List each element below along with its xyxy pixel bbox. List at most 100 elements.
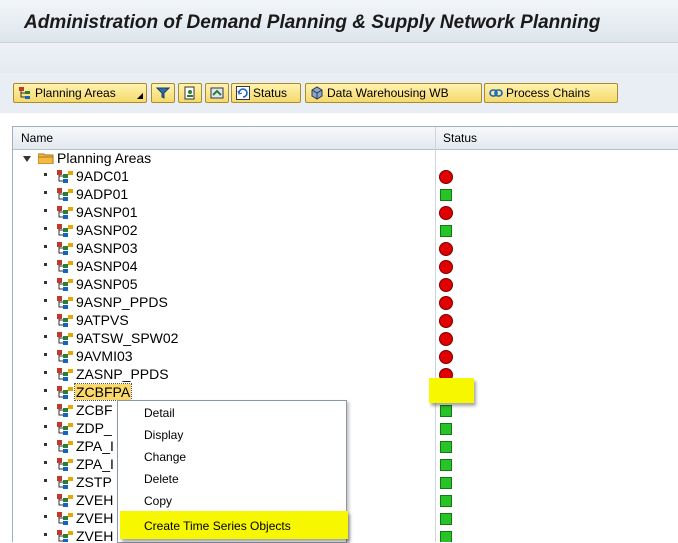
tree-item-label: 9AVMI03: [76, 348, 133, 364]
menu-item-delete[interactable]: Delete: [144, 472, 179, 486]
planning-area-icon: [57, 332, 73, 345]
bullet-icon: [44, 227, 47, 230]
tree-row[interactable]: 9ASNP04: [13, 258, 678, 276]
planning-area-icon: [57, 206, 73, 219]
planning-area-icon: [57, 404, 73, 417]
bullet-icon: [44, 191, 47, 194]
bullet-icon: [44, 317, 47, 320]
planning-area-icon: [57, 512, 73, 525]
menu-item-display[interactable]: Display: [144, 428, 183, 442]
tree-row[interactable]: 9ASNP_PPDS: [13, 294, 678, 312]
tree-item-label: 9ADP01: [76, 186, 129, 202]
expand-arrow-icon[interactable]: [23, 156, 31, 162]
menu-item-change[interactable]: Change: [144, 450, 186, 464]
refresh-icon: [236, 86, 250, 100]
tree-row[interactable]: 9ATSW_SPW02: [13, 330, 678, 348]
tree-row[interactable]: 9ASNP05: [13, 276, 678, 294]
page-title: Administration of Demand Planning & Supp…: [24, 12, 601, 33]
status-green-icon: [440, 477, 452, 489]
dwb-label: Data Warehousing WB: [327, 86, 449, 100]
tree-root-row[interactable]: Planning Areas: [13, 150, 678, 168]
planning-area-icon: [57, 458, 73, 471]
details-button[interactable]: [178, 83, 202, 103]
bullet-icon: [44, 353, 47, 356]
menu-item-copy[interactable]: Copy: [144, 494, 172, 508]
menu-item-detail[interactable]: Detail: [144, 406, 175, 420]
status-red-icon: [440, 243, 452, 255]
tree-row[interactable]: 9ADC01: [13, 168, 678, 186]
planning-area-icon: [57, 440, 73, 453]
column-header-status[interactable]: Status: [443, 131, 477, 145]
bullet-icon: [44, 371, 47, 374]
tree-item-label: ZPA_I: [76, 456, 114, 472]
bullet-icon: [44, 173, 47, 176]
folder-icon: [38, 153, 54, 164]
filter-icon: [156, 87, 170, 99]
status-red-icon: [440, 297, 452, 309]
tree-row[interactable]: 9ASNP01: [13, 204, 678, 222]
bullet-icon: [44, 335, 47, 338]
tree-row[interactable]: ZASNP_PPDS: [13, 366, 678, 384]
tree-row[interactable]: 9ASNP03: [13, 240, 678, 258]
planning-area-icon: [57, 386, 73, 399]
planning-area-icon: [57, 494, 73, 507]
transfer-button[interactable]: [205, 83, 229, 103]
tree-item-label: ZVEH: [76, 492, 114, 508]
planning-area-icon: [57, 350, 73, 363]
tree-row[interactable]: 9AVMI03: [13, 348, 678, 366]
tree-item-label: 9ATPVS: [76, 312, 129, 328]
tree-item-label: 9ASNP01: [76, 204, 138, 220]
status-red-icon: [440, 351, 452, 363]
tree-row[interactable]: 9ADP01: [13, 186, 678, 204]
document-person-icon: [184, 86, 195, 100]
planning-area-icon: [57, 188, 73, 201]
status-green-icon: [440, 495, 452, 507]
tree-item-label: ZASNP_PPDS: [76, 366, 169, 382]
planning-area-icon: [57, 296, 73, 309]
status-green-icon: [440, 459, 452, 471]
column-header-name[interactable]: Name: [21, 131, 53, 145]
menu-item-create-time-series-objects[interactable]: Create Time Series Objects: [144, 519, 291, 533]
planning-area-icon: [57, 170, 73, 183]
bullet-icon: [44, 263, 47, 266]
tree-root-label: Planning Areas: [57, 150, 152, 166]
status-green-icon: [440, 531, 452, 542]
chain-icon: [489, 89, 503, 97]
status-red-icon: [440, 171, 452, 183]
status-red-icon: [440, 333, 452, 345]
tree-item-label: 9ASNP05: [76, 276, 138, 292]
status-red-icon: [440, 315, 452, 327]
data-warehousing-wb-button[interactable]: Data Warehousing WB: [305, 83, 482, 103]
status-button[interactable]: Status: [231, 83, 301, 103]
bullet-icon: [44, 533, 47, 536]
status-green-icon: [440, 441, 452, 453]
bullet-icon: [44, 425, 47, 428]
tree-row[interactable]: 9ASNP02: [13, 222, 678, 240]
filter-button[interactable]: [151, 83, 175, 103]
tree-header: Name Status: [13, 127, 678, 150]
tree-item-label: ZDP_: [76, 420, 112, 436]
process-chains-label: Process Chains: [506, 86, 591, 100]
status-red-icon: [440, 261, 452, 273]
planning-areas-label: Planning Areas: [35, 86, 116, 100]
context-menu: Detail Display Change Delete Copy Create…: [117, 400, 348, 543]
transfer-icon: [210, 87, 224, 99]
tree-item-label: ZPA_I: [76, 438, 114, 454]
status-green-icon: [440, 513, 452, 525]
planning-area-icon: [57, 422, 73, 435]
bullet-icon: [44, 299, 47, 302]
status-green-icon: [440, 405, 452, 417]
tree-item-label: 9ADC01: [76, 168, 129, 184]
status-highlight: [429, 378, 474, 403]
status-red-icon: [440, 279, 452, 291]
bullet-icon: [44, 209, 47, 212]
header-band: [0, 43, 678, 73]
tree-row[interactable]: 9ATPVS: [13, 312, 678, 330]
bullet-icon: [44, 407, 47, 410]
planning-area-icon: [57, 278, 73, 291]
status-green-icon: [440, 423, 452, 435]
planning-areas-dropdown[interactable]: Planning Areas ◢: [13, 83, 147, 103]
tree-item-label: ZVEH: [76, 528, 114, 542]
process-chains-button[interactable]: Process Chains: [484, 83, 618, 103]
planning-area-icon: [57, 242, 73, 255]
